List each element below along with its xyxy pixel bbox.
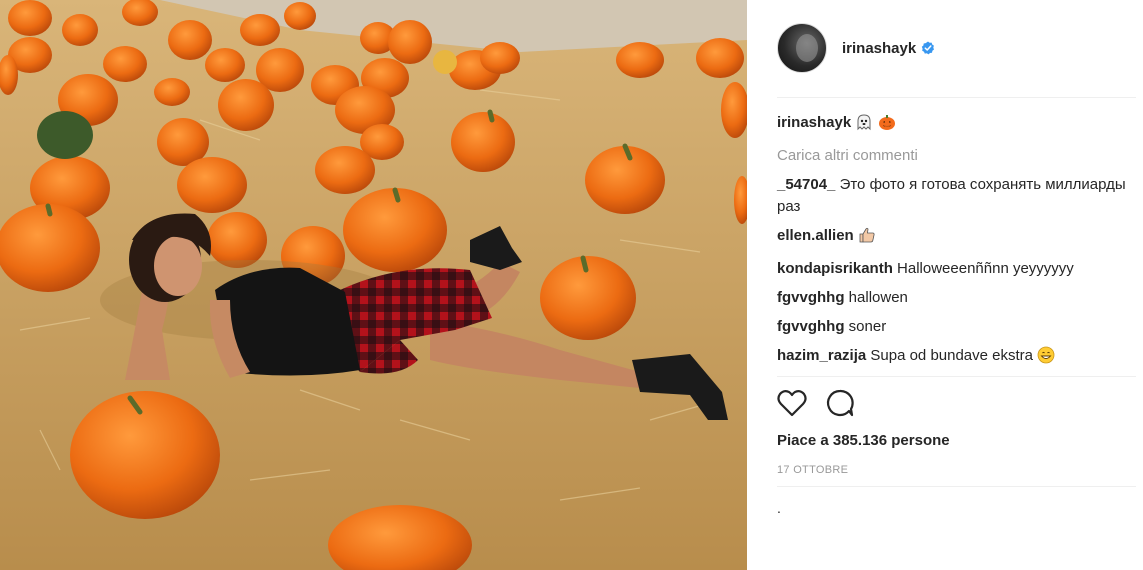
comment-text: Supa od bundave ekstra [870,347,1034,364]
comment-username[interactable]: kondapisrikanth [777,260,893,277]
comments-list: irinashayk Carica altri commenti _54704_… [777,112,1129,378]
photo-illustration [0,0,747,570]
comment-row: hazim_razija Supa od bundave ekstra [777,345,1129,371]
comment-row: fgvvghhg hallowen [777,287,1129,309]
post-header: irinashayk [777,22,1137,74]
comment-text: Halloweeenññnn yeyyyyyy [897,260,1074,277]
post-actions [777,388,855,423]
comment-username[interactable]: fgvvghhg [777,318,845,335]
actions-divider [777,376,1136,377]
comment-icon[interactable] [825,388,855,423]
grinning-emoji-icon [1037,346,1055,371]
ghost-emoji-icon [855,113,873,138]
verified-badge-icon [921,41,935,55]
caption-username[interactable]: irinashayk [777,114,851,131]
post-side-panel: irinashayk irinashayk Carica altri comme… [760,0,1136,570]
comment-row: kondapisrikanth Halloweeenññnn yeyyyyyy [777,258,1129,280]
jack-o-lantern-emoji-icon [878,113,896,138]
comment-username[interactable]: fgvvghhg [777,289,845,306]
comment-username[interactable]: _54704_ [777,176,835,193]
post-date[interactable]: 17 OTTOBRE [777,464,848,476]
load-more-comments-link[interactable]: Carica altri commenti [777,145,1129,167]
thumbs-up-emoji-icon [858,226,876,251]
comment-row: ellen.allien [777,225,1129,251]
post-photo[interactable] [0,0,747,570]
caption: irinashayk [777,112,1129,138]
comment-username[interactable]: hazim_razija [777,347,866,364]
comment-row: fgvvghhg soner [777,316,1129,338]
comment-row: _54704_ Это фото я готова сохранять милл… [777,174,1129,218]
comment-text: soner [848,318,887,335]
add-comment-field[interactable]: . [777,500,781,516]
likes-count[interactable]: Piace a 385.136 persone [777,432,950,449]
header-username[interactable]: irinashayk [842,40,916,57]
avatar[interactable] [777,23,827,73]
header-divider [777,97,1136,98]
comment-text: hallowen [848,289,908,306]
comment-box-divider [777,486,1136,487]
comment-username[interactable]: ellen.allien [777,227,854,244]
heart-icon[interactable] [777,389,807,422]
